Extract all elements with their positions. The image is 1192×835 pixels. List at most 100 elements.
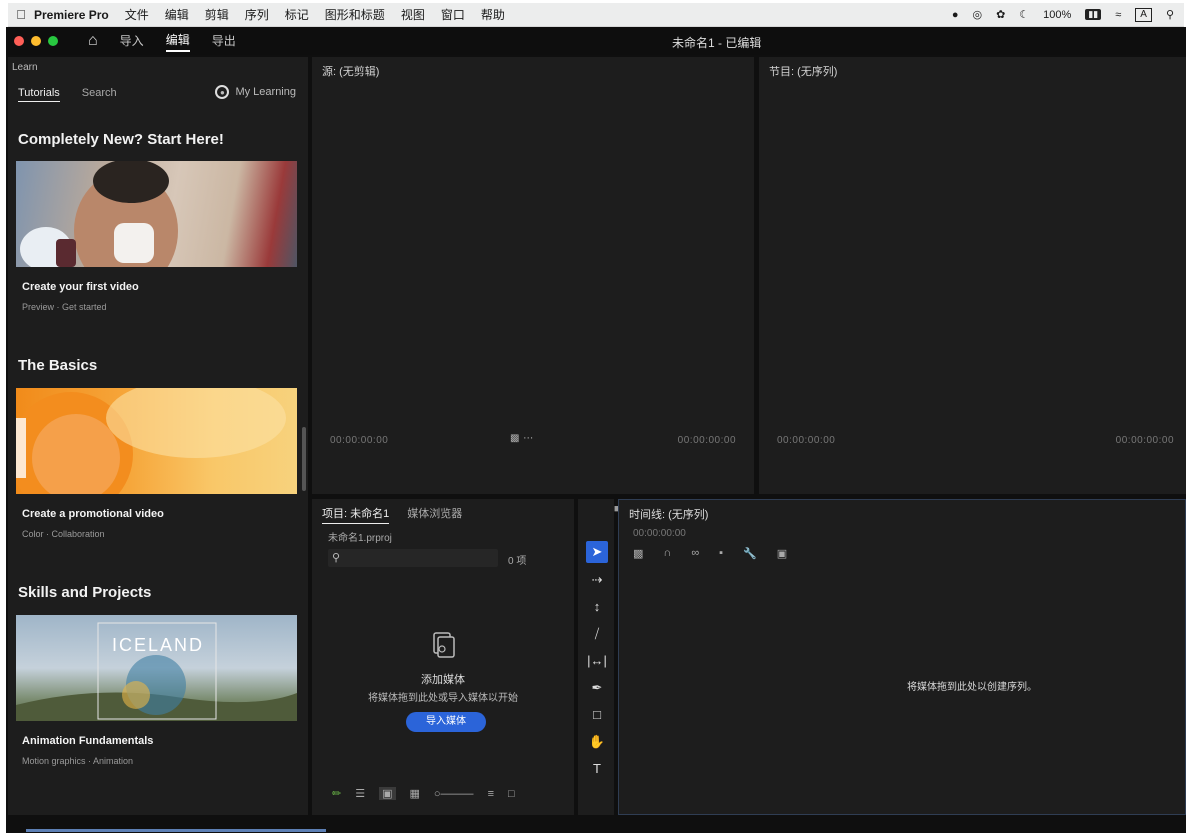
program-monitor: 节目: (无序列) 00:00:00:00 00:00:00:00 ▮ | | … [759,57,1186,516]
menu-help[interactable]: 帮助 [481,6,505,23]
learn-panel-header[interactable]: Learn [12,62,38,73]
captions-icon[interactable]: ▣ [777,547,787,560]
sort-icon[interactable]: ≡ [488,788,494,800]
menu-clip[interactable]: 剪辑 [205,6,229,23]
dropbox-icon[interactable]: ● [952,9,959,21]
project-file-name: 未命名1.prproj [328,533,392,544]
search-icon: ⚲ [332,552,341,564]
linked-selection-icon[interactable]: ∞ [691,547,699,560]
source-timecode-left[interactable]: 00:00:00:00 [330,435,388,446]
zoom-slider[interactable]: ○——— [434,788,474,800]
tutorial-thumbnail[interactable] [16,388,297,494]
tutorial-thumbnail[interactable]: ICELAND [16,615,297,721]
my-learning-label: My Learning [235,86,296,98]
project-bottom-toolbar: ✏ ☰ ▣ ▦ ○——— ≡ □ [332,787,515,800]
snap-icon[interactable]: ∩ [663,547,671,560]
section-title: Skills and Projects [18,584,152,601]
orange-slice-image [16,388,286,494]
tab-edit[interactable]: 编辑 [165,31,190,52]
slip-tool-icon[interactable]: |↔| [586,650,608,672]
creative-cloud-icon[interactable]: ✿ [996,8,1005,21]
new-bin-icon[interactable]: □ [508,788,515,800]
close-window-button[interactable] [14,36,24,46]
apple-icon[interactable]:  [8,7,34,22]
insert-nest-icon[interactable]: ▩ [633,547,643,560]
premiere-window: ⌂ 导入 编辑 导出 未命名1 - 已编辑 Learn Tutorials Se… [6,27,1186,833]
tab-export[interactable]: 导出 [212,32,236,51]
source-timecode-right: 00:00:00:00 [677,435,736,446]
my-learning-button[interactable]: ● My Learning [215,85,296,99]
project-title: 未命名1 - 已编辑 [672,36,762,50]
ripple-edit-tool-icon[interactable]: ↕ [586,596,608,618]
spotlight-search-icon[interactable]: ⚲ [1166,8,1174,21]
iceland-overlay-text: ICELAND [112,635,205,655]
section-title: Completely New? Start Here! [18,131,224,148]
selection-tool-icon[interactable]: ➤ [586,541,608,563]
menu-markers[interactable]: 标记 [285,6,309,23]
tab-project[interactable]: 项目: 未命名1 [322,505,390,524]
window-titlebar: ⌂ 导入 编辑 导出 未命名1 - 已编辑 [6,27,1186,55]
menu-window[interactable]: 窗口 [441,6,465,23]
source-monitor-title[interactable]: 源: (无剪辑) [322,63,379,79]
wrench-icon[interactable]: 🔧 [743,547,757,560]
program-timecode-left[interactable]: 00:00:00:00 [777,435,835,446]
source-monitor: 源: (无剪辑) 00:00:00:00 ▩ ⋯ 00:00:00:00 ▮ |… [312,57,754,516]
razor-tool-icon[interactable]: ⧸ [586,623,608,645]
timeline-timecode[interactable]: 00:00:00:00 [633,528,686,539]
project-panel: 项目: 未命名1 媒体浏览器 未命名1.prproj ⚲ 0 项 添加媒体 将媒… [312,499,574,815]
track-select-tool-icon[interactable]: ⇢ [586,569,608,591]
tutorial-card-title[interactable]: Animation Fundamentals [22,735,153,747]
tab-import[interactable]: 导入 [120,32,144,51]
media-files-icon [433,632,455,658]
timeline-title[interactable]: 时间线: (无序列) [629,506,708,522]
user-icon: ● [215,85,230,99]
tutorial-card-title[interactable]: Create a promotional video [22,508,164,520]
type-tool-icon[interactable]: T [586,758,608,780]
learn-scrollbar[interactable] [302,427,306,491]
home-icon[interactable]: ⌂ [88,32,98,50]
wifi-icon[interactable]: ≈ [1115,9,1121,21]
tutorial-card-sub: Preview · Get started [22,302,107,312]
import-media-button[interactable]: 导入媒体 [406,712,486,732]
hand-tool-icon[interactable]: ✋ [586,731,608,753]
progress-bar [26,829,326,832]
menu-view[interactable]: 视图 [401,6,425,23]
tutorial-card-sub: Motion graphics · Animation [22,756,134,766]
pencil-icon[interactable]: ✏ [332,787,341,800]
list-view-icon[interactable]: ☰ [355,787,365,800]
rectangle-tool-icon[interactable]: □ [586,704,608,726]
record-icon[interactable]: ◎ [972,8,982,21]
app-name-menu[interactable]: Premiere Pro [34,8,109,22]
tutorial-card-title[interactable]: Create your first video [22,281,139,293]
input-source-icon[interactable]: A [1135,7,1152,22]
tools-panel: ➤ ⇢ ↕ ⧸ |↔| ✒ □ ✋ T [578,499,614,815]
minimize-window-button[interactable] [31,36,41,46]
icon-view-icon[interactable]: ▣ [379,787,396,800]
battery-icon[interactable]: ▮▮ [1085,9,1102,20]
zoom-window-button[interactable] [48,36,58,46]
project-search-input[interactable]: ⚲ [328,549,498,567]
person-drinking-image [20,161,178,267]
macos-menu-bar:  Premiere Pro 文件 编辑 剪辑 序列 标记 图形和标题 视图 窗… [8,3,1184,27]
program-monitor-title[interactable]: 节目: (无序列) [769,63,837,79]
tutorial-card-sub: Color · Collaboration [22,529,105,539]
learn-panel: Learn Tutorials Search ● My Learning Com… [8,57,308,815]
tab-media-browser[interactable]: 媒体浏览器 [407,505,462,524]
tutorial-thumbnail[interactable] [16,161,297,267]
menu-sequence[interactable]: 序列 [245,6,269,23]
timeline-empty-message: 将媒体拖到此处以创建序列。 [907,682,1037,693]
timeline-panel: 时间线: (无序列) 00:00:00:00 ▩ ∩ ∞ ▪ 🔧 ▣ 将媒体拖到… [618,499,1186,815]
tab-tutorials[interactable]: Tutorials [18,87,60,102]
menu-file[interactable]: 文件 [125,6,149,23]
menu-edit[interactable]: 编辑 [165,6,189,23]
status-bar [6,817,1186,833]
add-marker-icon[interactable]: ▪ [719,547,723,560]
menu-graphics[interactable]: 图形和标题 [325,6,385,23]
freeform-view-icon[interactable]: ▦ [410,787,420,800]
fit-icon[interactable]: ▩ ⋯ [510,433,534,444]
timeline-toolbar: ▩ ∩ ∞ ▪ 🔧 ▣ [633,547,787,560]
moon-icon[interactable]: ☾ [1019,8,1029,21]
pen-tool-icon[interactable]: ✒ [586,677,608,699]
tab-search[interactable]: Search [82,87,117,102]
item-count: 0 项 [508,556,527,567]
